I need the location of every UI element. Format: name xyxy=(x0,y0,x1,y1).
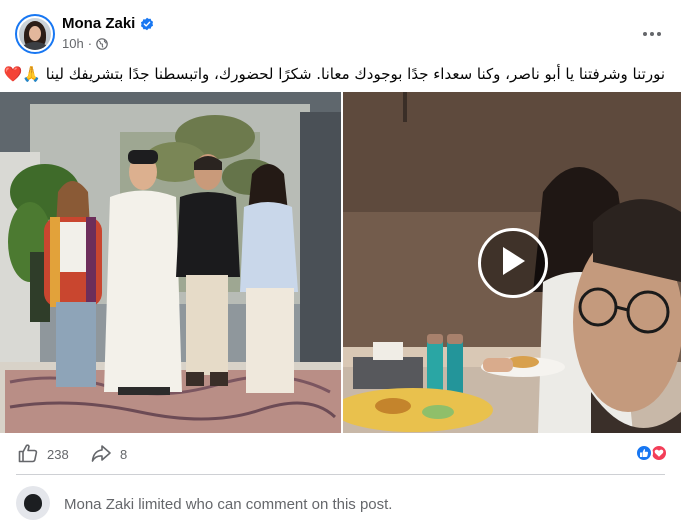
author-avatar[interactable] xyxy=(15,14,55,54)
meta-separator: · xyxy=(87,36,93,51)
post-header: Mona Zaki 10h · xyxy=(0,0,681,60)
thumbs-up-icon xyxy=(17,442,39,467)
engagement-bar: 238 8 xyxy=(0,434,681,474)
reaction-summary[interactable] xyxy=(635,444,668,462)
comment-notice-text: Mona Zaki limited who can comment on thi… xyxy=(64,496,393,513)
globe-icon[interactable] xyxy=(96,37,108,50)
like-reaction-icon xyxy=(635,444,653,462)
avatar-image xyxy=(19,18,51,50)
group-photo-image xyxy=(0,92,341,433)
share-arrow-icon xyxy=(90,442,112,467)
verified-badge-icon xyxy=(140,17,154,31)
play-icon xyxy=(499,245,527,282)
more-options-icon xyxy=(642,24,662,42)
post-media xyxy=(0,92,681,433)
group-photo[interactable] xyxy=(0,92,341,433)
like-button[interactable]: 238 xyxy=(17,442,69,467)
author-row: Mona Zaki xyxy=(62,15,154,32)
play-button[interactable] xyxy=(478,228,548,298)
post-meta: 10h · xyxy=(62,36,108,51)
share-button[interactable]: 8 xyxy=(90,442,127,467)
author-name[interactable]: Mona Zaki xyxy=(62,15,135,32)
user-avatar-icon xyxy=(16,486,50,520)
like-count[interactable]: 238 xyxy=(47,447,69,462)
post-time[interactable]: 10h xyxy=(62,36,84,51)
post-text: نورتنا وشرفتنا يا أبو ناصر، وكنا سعداء ج… xyxy=(3,65,665,83)
share-count[interactable]: 8 xyxy=(120,447,127,462)
section-divider xyxy=(16,474,665,475)
comment-restriction-notice: Mona Zaki limited who can comment on thi… xyxy=(0,484,681,524)
video-player[interactable] xyxy=(343,92,681,433)
more-options-button[interactable] xyxy=(637,18,667,48)
